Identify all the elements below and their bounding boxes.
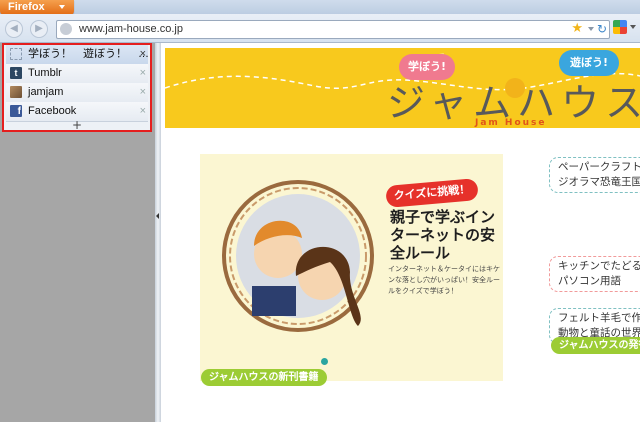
vertical-tab-list: 学ぼう！ 遊ぼう！ … × t Tumblr × jamjam × f Face… (2, 43, 152, 132)
reload-icon[interactable]: ↻ (597, 21, 607, 37)
forward-arrow-icon: ▶ (35, 23, 43, 34)
dotted-page-icon (10, 48, 22, 60)
google-search-icon[interactable] (613, 20, 627, 34)
close-icon[interactable]: × (140, 83, 146, 101)
facebook-icon: f (10, 105, 22, 117)
link-paper-craft[interactable]: ペーパークラフト ジオラマ恐竜王国 (549, 157, 640, 193)
tab-title: Tumblr (28, 67, 62, 79)
back-arrow-icon: ◀ (10, 23, 18, 34)
tumblr-icon: t (10, 67, 22, 79)
close-icon[interactable]: × (140, 64, 146, 82)
tab-title: jamjam (28, 86, 64, 98)
site-banner[interactable]: 学ぼう! 遊ぼう! ジャムハウス Jam House (165, 48, 640, 128)
tab-title: Facebook (28, 105, 77, 117)
pin-icon (321, 358, 328, 365)
history-dropdown-icon[interactable] (588, 27, 594, 31)
close-icon[interactable]: × (140, 102, 146, 120)
navigation-toolbar: ◀ ▶ www.jam-house.co.jp ★ ↻ (0, 14, 640, 43)
sidebar: 学ぼう！ 遊ぼう！ … × t Tumblr × jamjam × f Face… (0, 43, 155, 422)
feature-description: インターネット＆ケータイにはキケンな落とし穴がいっぱい！安全ルールをクイズで学ぼ… (388, 265, 500, 295)
jamjam-icon (10, 86, 22, 98)
feature-banner[interactable]: クイズに挑戦！ 親子で学ぶインターネットの安全ルール インターネット＆ケータイに… (200, 154, 503, 381)
tab-tumblr[interactable]: t Tumblr × (6, 64, 148, 84)
chevron-down-icon (59, 5, 65, 9)
firefox-button-label: Firefox (8, 1, 45, 13)
collapse-sidebar-icon[interactable] (156, 213, 159, 219)
search-engine-dropdown-icon[interactable] (630, 25, 636, 29)
new-books-heading[interactable]: ジャムハウスの新刊書籍 (201, 369, 327, 386)
children-illustration (222, 180, 374, 332)
web-page: 学ぼう! 遊ぼう! ジャムハウス Jam House クイズに挑戦！ 親子で学ぶ… (161, 43, 640, 422)
tab-jam-house[interactable]: 学ぼう！ 遊ぼう！ … × (6, 45, 149, 65)
new-tab-button[interactable]: + (6, 119, 148, 131)
back-button[interactable]: ◀ (5, 20, 23, 38)
link-kitchen-terms[interactable]: キッチンでたどる パソコン用語 (549, 256, 640, 292)
link-text: キッチンでたどる パソコン用語 (558, 260, 640, 287)
tab-jamjam[interactable]: jamjam × (6, 83, 148, 103)
title-bar (0, 0, 640, 14)
tab-title: 学ぼう！ 遊ぼう！ … (28, 48, 149, 60)
url-bar[interactable]: www.jam-house.co.jp ★ ↻ (56, 20, 610, 39)
bookmark-star-icon[interactable]: ★ (571, 21, 583, 37)
link-text: フェルト羊毛で作 動物と童話の世界 (558, 312, 640, 339)
site-logo-english: Jam House (475, 118, 547, 128)
publications-heading[interactable]: ジャムハウスの発行 (551, 337, 640, 354)
quiz-badge: クイズに挑戦！ (385, 178, 479, 208)
site-identity-icon[interactable] (60, 23, 72, 35)
url-text[interactable]: www.jam-house.co.jp (79, 22, 183, 37)
firefox-menu-button[interactable]: Firefox (0, 0, 74, 15)
link-text: ペーパークラフト ジオラマ恐竜王国 (558, 161, 640, 188)
forward-button[interactable]: ▶ (30, 20, 48, 38)
feature-title[interactable]: 親子で学ぶインターネットの安全ルール (390, 208, 500, 262)
close-icon[interactable]: × (140, 45, 146, 63)
